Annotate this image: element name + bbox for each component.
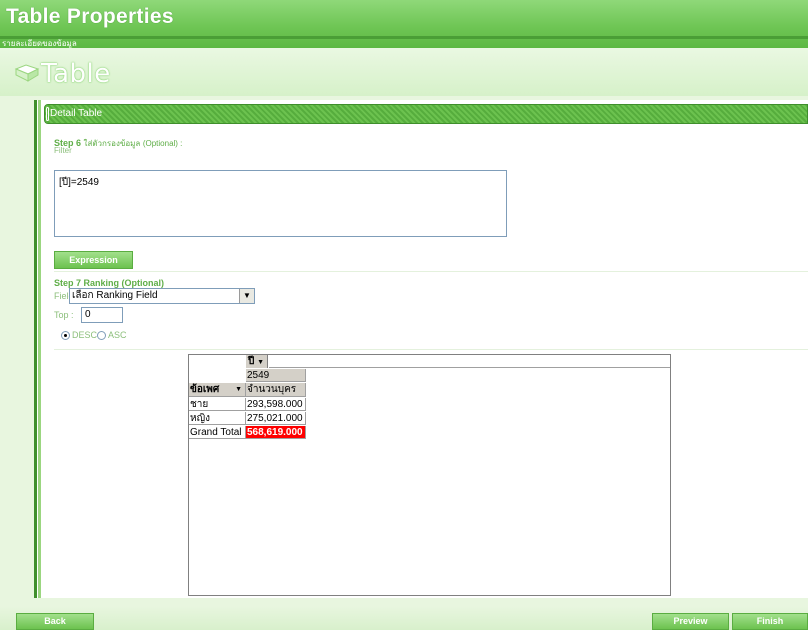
divider — [54, 271, 808, 272]
table-row-label: ชาย — [189, 398, 246, 411]
step6-thai: ใส่ตัวกรองข้อมูล — [83, 139, 141, 148]
step7-title: Step 7 Ranking (Optional) — [54, 278, 165, 288]
page-title: Table Properties — [6, 5, 174, 28]
pivot-year-header: 2549 — [246, 369, 306, 382]
top-input[interactable]: 0 — [81, 307, 123, 323]
divider — [54, 349, 808, 350]
back-button[interactable]: Back — [16, 613, 94, 630]
pivot-measure-header: จำนวนบุคร — [246, 383, 306, 397]
grand-total-value: 568,619.000 — [246, 426, 306, 439]
pivot-row-field[interactable]: ข้อเพศ ▼ — [189, 383, 246, 397]
step6-title: Step 6 ใส่ตัวกรองข้อมูล (Optional) : — [54, 137, 182, 150]
pivot-column-area — [269, 355, 670, 368]
title-bar: Table Properties รายละเอียดของข้อมูล — [0, 0, 808, 48]
pivot-column-field-label: ปี — [248, 356, 255, 367]
title-stripe — [0, 36, 808, 39]
asc-label: ASC — [108, 330, 127, 340]
pivot-row-field-label: ข้อเพศ — [190, 384, 220, 395]
finish-button[interactable]: Finish — [732, 613, 808, 630]
table-book-icon — [14, 64, 40, 82]
detail-table-bar: Detail Table — [44, 104, 808, 124]
section-heading: Table — [41, 59, 111, 89]
table-row-label: หญิง — [189, 412, 246, 425]
top-label: Top : — [54, 310, 74, 320]
asc-radio[interactable] — [97, 331, 106, 340]
chevron-down-icon[interactable]: ▼ — [239, 289, 254, 303]
expression-button[interactable]: Expression — [54, 251, 133, 269]
ranking-field-select[interactable]: เลือก Ranking Field ▼ — [69, 288, 255, 304]
desc-label: DESC — [72, 330, 98, 340]
table-row-value: 275,021.000 — [246, 412, 306, 425]
pivot-column-field[interactable]: ปี ▼ — [246, 355, 268, 368]
bar-cap — [46, 107, 49, 121]
chevron-down-icon[interactable]: ▼ — [257, 359, 264, 366]
grand-total-label: Grand Total — [189, 426, 246, 439]
desc-radio[interactable] — [61, 331, 70, 340]
step6-subtitle: Filter — [54, 146, 72, 155]
chevron-down-icon[interactable]: ▼ — [235, 383, 242, 396]
table-row-value: 293,598.000 — [246, 398, 306, 411]
step6-optional: (Optional) : — [142, 139, 183, 148]
preview-button[interactable]: Preview — [652, 613, 729, 630]
filter-textarea[interactable]: [ปี]=2549 — [54, 170, 507, 237]
panel-accent — [38, 100, 41, 598]
detail-table-label: Detail Table — [50, 108, 103, 119]
ranking-field-value: เลือก Ranking Field — [72, 290, 158, 301]
section-banner: Table — [0, 48, 808, 96]
